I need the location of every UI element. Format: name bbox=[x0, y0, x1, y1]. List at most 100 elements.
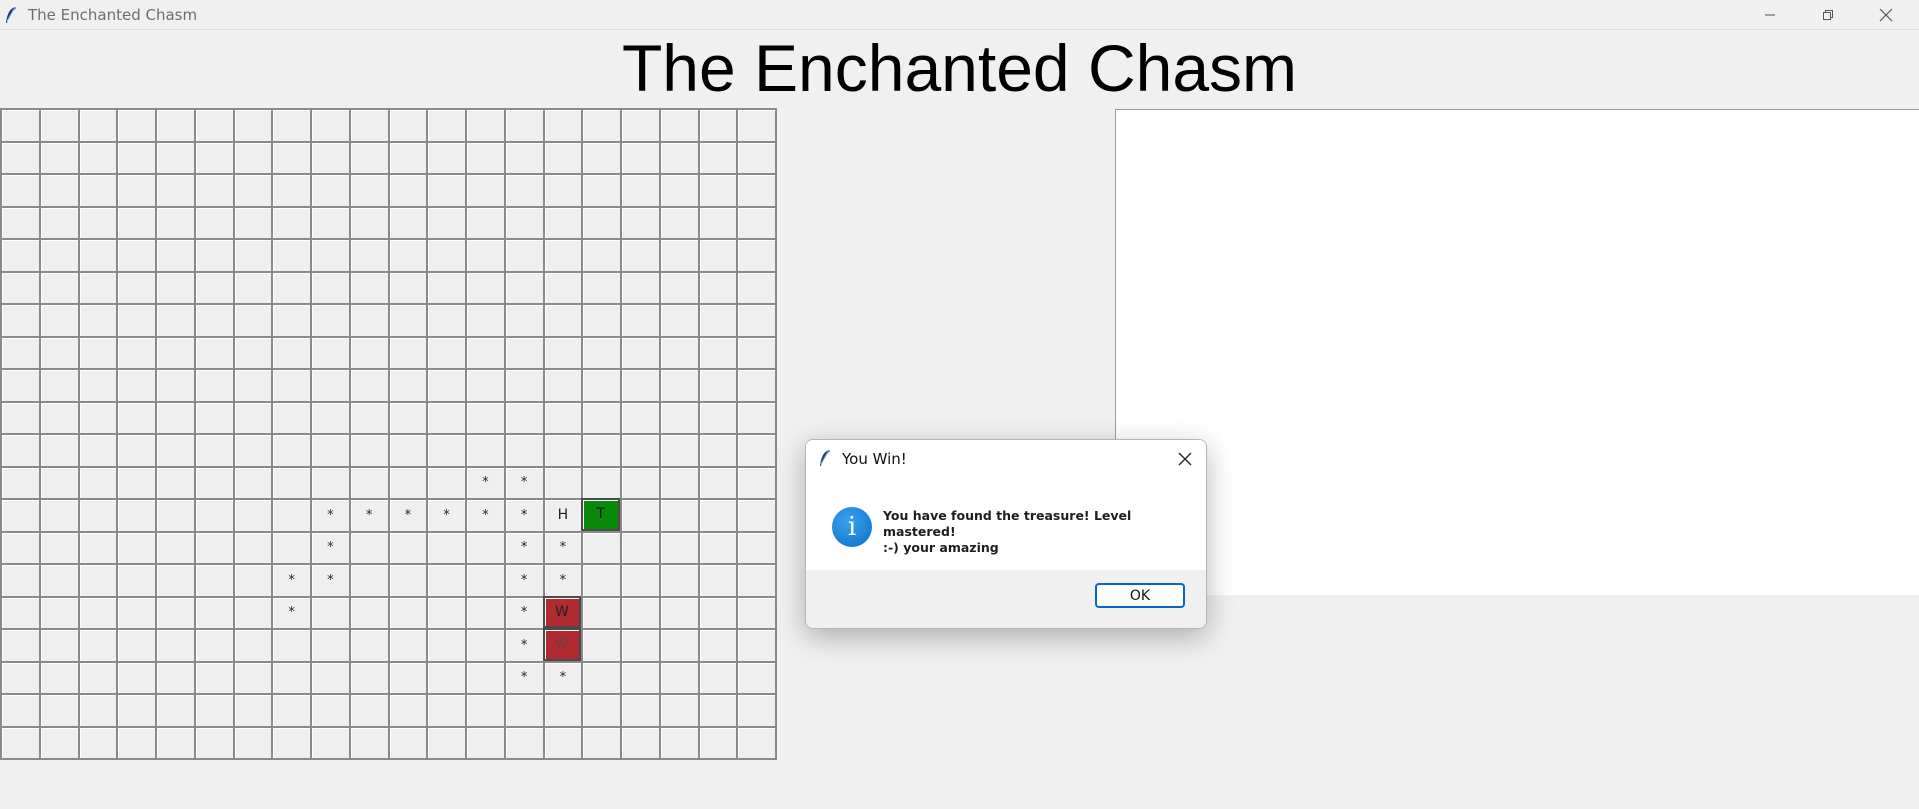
grid-cell bbox=[0, 368, 39, 401]
grid-cell bbox=[232, 140, 272, 173]
grid-cell bbox=[155, 108, 194, 141]
grid-cell bbox=[310, 628, 349, 661]
grid-cell bbox=[155, 725, 194, 758]
grid-cell bbox=[542, 173, 582, 206]
dialog-close-button[interactable] bbox=[1172, 446, 1198, 472]
grid-cell bbox=[658, 725, 698, 758]
grid-cell bbox=[310, 205, 349, 238]
path-cell: * bbox=[271, 595, 310, 628]
grid-cell bbox=[503, 173, 543, 206]
grid-cell bbox=[465, 108, 504, 141]
grid-cell bbox=[503, 400, 543, 433]
feather-icon bbox=[6, 6, 16, 23]
dialog-titlebar: You Win! bbox=[806, 440, 1206, 478]
ok-button[interactable]: OK bbox=[1095, 583, 1185, 608]
path-cell: * bbox=[542, 660, 582, 693]
grid-cell bbox=[155, 628, 194, 661]
grid-cell bbox=[116, 303, 155, 336]
path-cell: * bbox=[310, 563, 349, 596]
grid-cell bbox=[310, 660, 349, 693]
restore-button[interactable] bbox=[1799, 0, 1857, 29]
grid-cell bbox=[387, 108, 427, 141]
grid-cell bbox=[271, 205, 310, 238]
grid-cell bbox=[426, 140, 465, 173]
canvas-panel bbox=[1115, 109, 1919, 595]
grid-cell bbox=[155, 335, 194, 368]
grid-cell bbox=[620, 693, 659, 726]
grid-cell bbox=[310, 140, 349, 173]
grid-cell bbox=[0, 563, 39, 596]
grid-cell bbox=[465, 303, 504, 336]
grid-cell bbox=[77, 303, 117, 336]
grid-cell bbox=[193, 498, 233, 531]
grid-cell bbox=[658, 595, 698, 628]
grid-cell bbox=[348, 628, 388, 661]
close-button[interactable] bbox=[1857, 0, 1915, 29]
minimize-button[interactable] bbox=[1741, 0, 1799, 29]
grid-cell bbox=[0, 595, 39, 628]
grid-cell bbox=[193, 108, 233, 141]
grid-cell bbox=[155, 563, 194, 596]
grid-cell bbox=[77, 238, 117, 271]
path-cell: * bbox=[465, 465, 504, 498]
grid-cell bbox=[465, 563, 504, 596]
dialog-footer: OK bbox=[806, 570, 1206, 628]
grid-cell bbox=[38, 660, 78, 693]
grid-cell bbox=[736, 173, 775, 206]
grid-cell bbox=[0, 173, 39, 206]
grid-cell bbox=[465, 270, 504, 303]
grid-cell bbox=[348, 563, 388, 596]
grid-cell bbox=[38, 400, 78, 433]
grid-cell bbox=[38, 465, 78, 498]
grid-cell bbox=[116, 368, 155, 401]
grid-cell bbox=[38, 238, 78, 271]
path-cell: * bbox=[503, 628, 543, 661]
grid-cell bbox=[232, 108, 272, 141]
grid-cell bbox=[736, 628, 775, 661]
grid-cell bbox=[193, 433, 233, 466]
grid-cell bbox=[0, 400, 39, 433]
grid-cell bbox=[658, 433, 698, 466]
grid-cell bbox=[697, 563, 737, 596]
grid-cell bbox=[271, 368, 310, 401]
grid-cell bbox=[620, 433, 659, 466]
grid-cell bbox=[426, 205, 465, 238]
grid-cell bbox=[658, 660, 698, 693]
grid-cell bbox=[465, 628, 504, 661]
grid-cell bbox=[348, 530, 388, 563]
grid-cell bbox=[387, 660, 427, 693]
grid-cell bbox=[581, 335, 620, 368]
grid-cell bbox=[581, 693, 620, 726]
board-grid: * * * * * * * * H T * * * * * * * * * W * W * * bbox=[0, 108, 777, 760]
grid-cell bbox=[77, 465, 117, 498]
grid-cell bbox=[193, 173, 233, 206]
grid-cell bbox=[0, 660, 39, 693]
grid-cell bbox=[193, 628, 233, 661]
grid-cell bbox=[620, 595, 659, 628]
grid-cell bbox=[155, 140, 194, 173]
grid-cell bbox=[116, 660, 155, 693]
grid-cell bbox=[387, 725, 427, 758]
grid-cell bbox=[155, 400, 194, 433]
grid-cell bbox=[542, 693, 582, 726]
grid-cell bbox=[426, 303, 465, 336]
grid-cell bbox=[503, 693, 543, 726]
grid-cell bbox=[581, 530, 620, 563]
grid-cell bbox=[465, 205, 504, 238]
grid-cell bbox=[503, 368, 543, 401]
grid-cell bbox=[193, 465, 233, 498]
grid-cell bbox=[426, 238, 465, 271]
path-cell: * bbox=[503, 660, 543, 693]
grid-cell bbox=[697, 400, 737, 433]
grid-cell bbox=[426, 693, 465, 726]
grid-cell bbox=[271, 140, 310, 173]
grid-cell bbox=[387, 595, 427, 628]
grid-cell bbox=[658, 238, 698, 271]
grid-cell bbox=[581, 238, 620, 271]
grid-cell bbox=[581, 660, 620, 693]
grid-cell bbox=[0, 335, 39, 368]
path-cell: * bbox=[542, 530, 582, 563]
grid-cell bbox=[542, 270, 582, 303]
grid-cell bbox=[232, 433, 272, 466]
grid-cell bbox=[116, 433, 155, 466]
